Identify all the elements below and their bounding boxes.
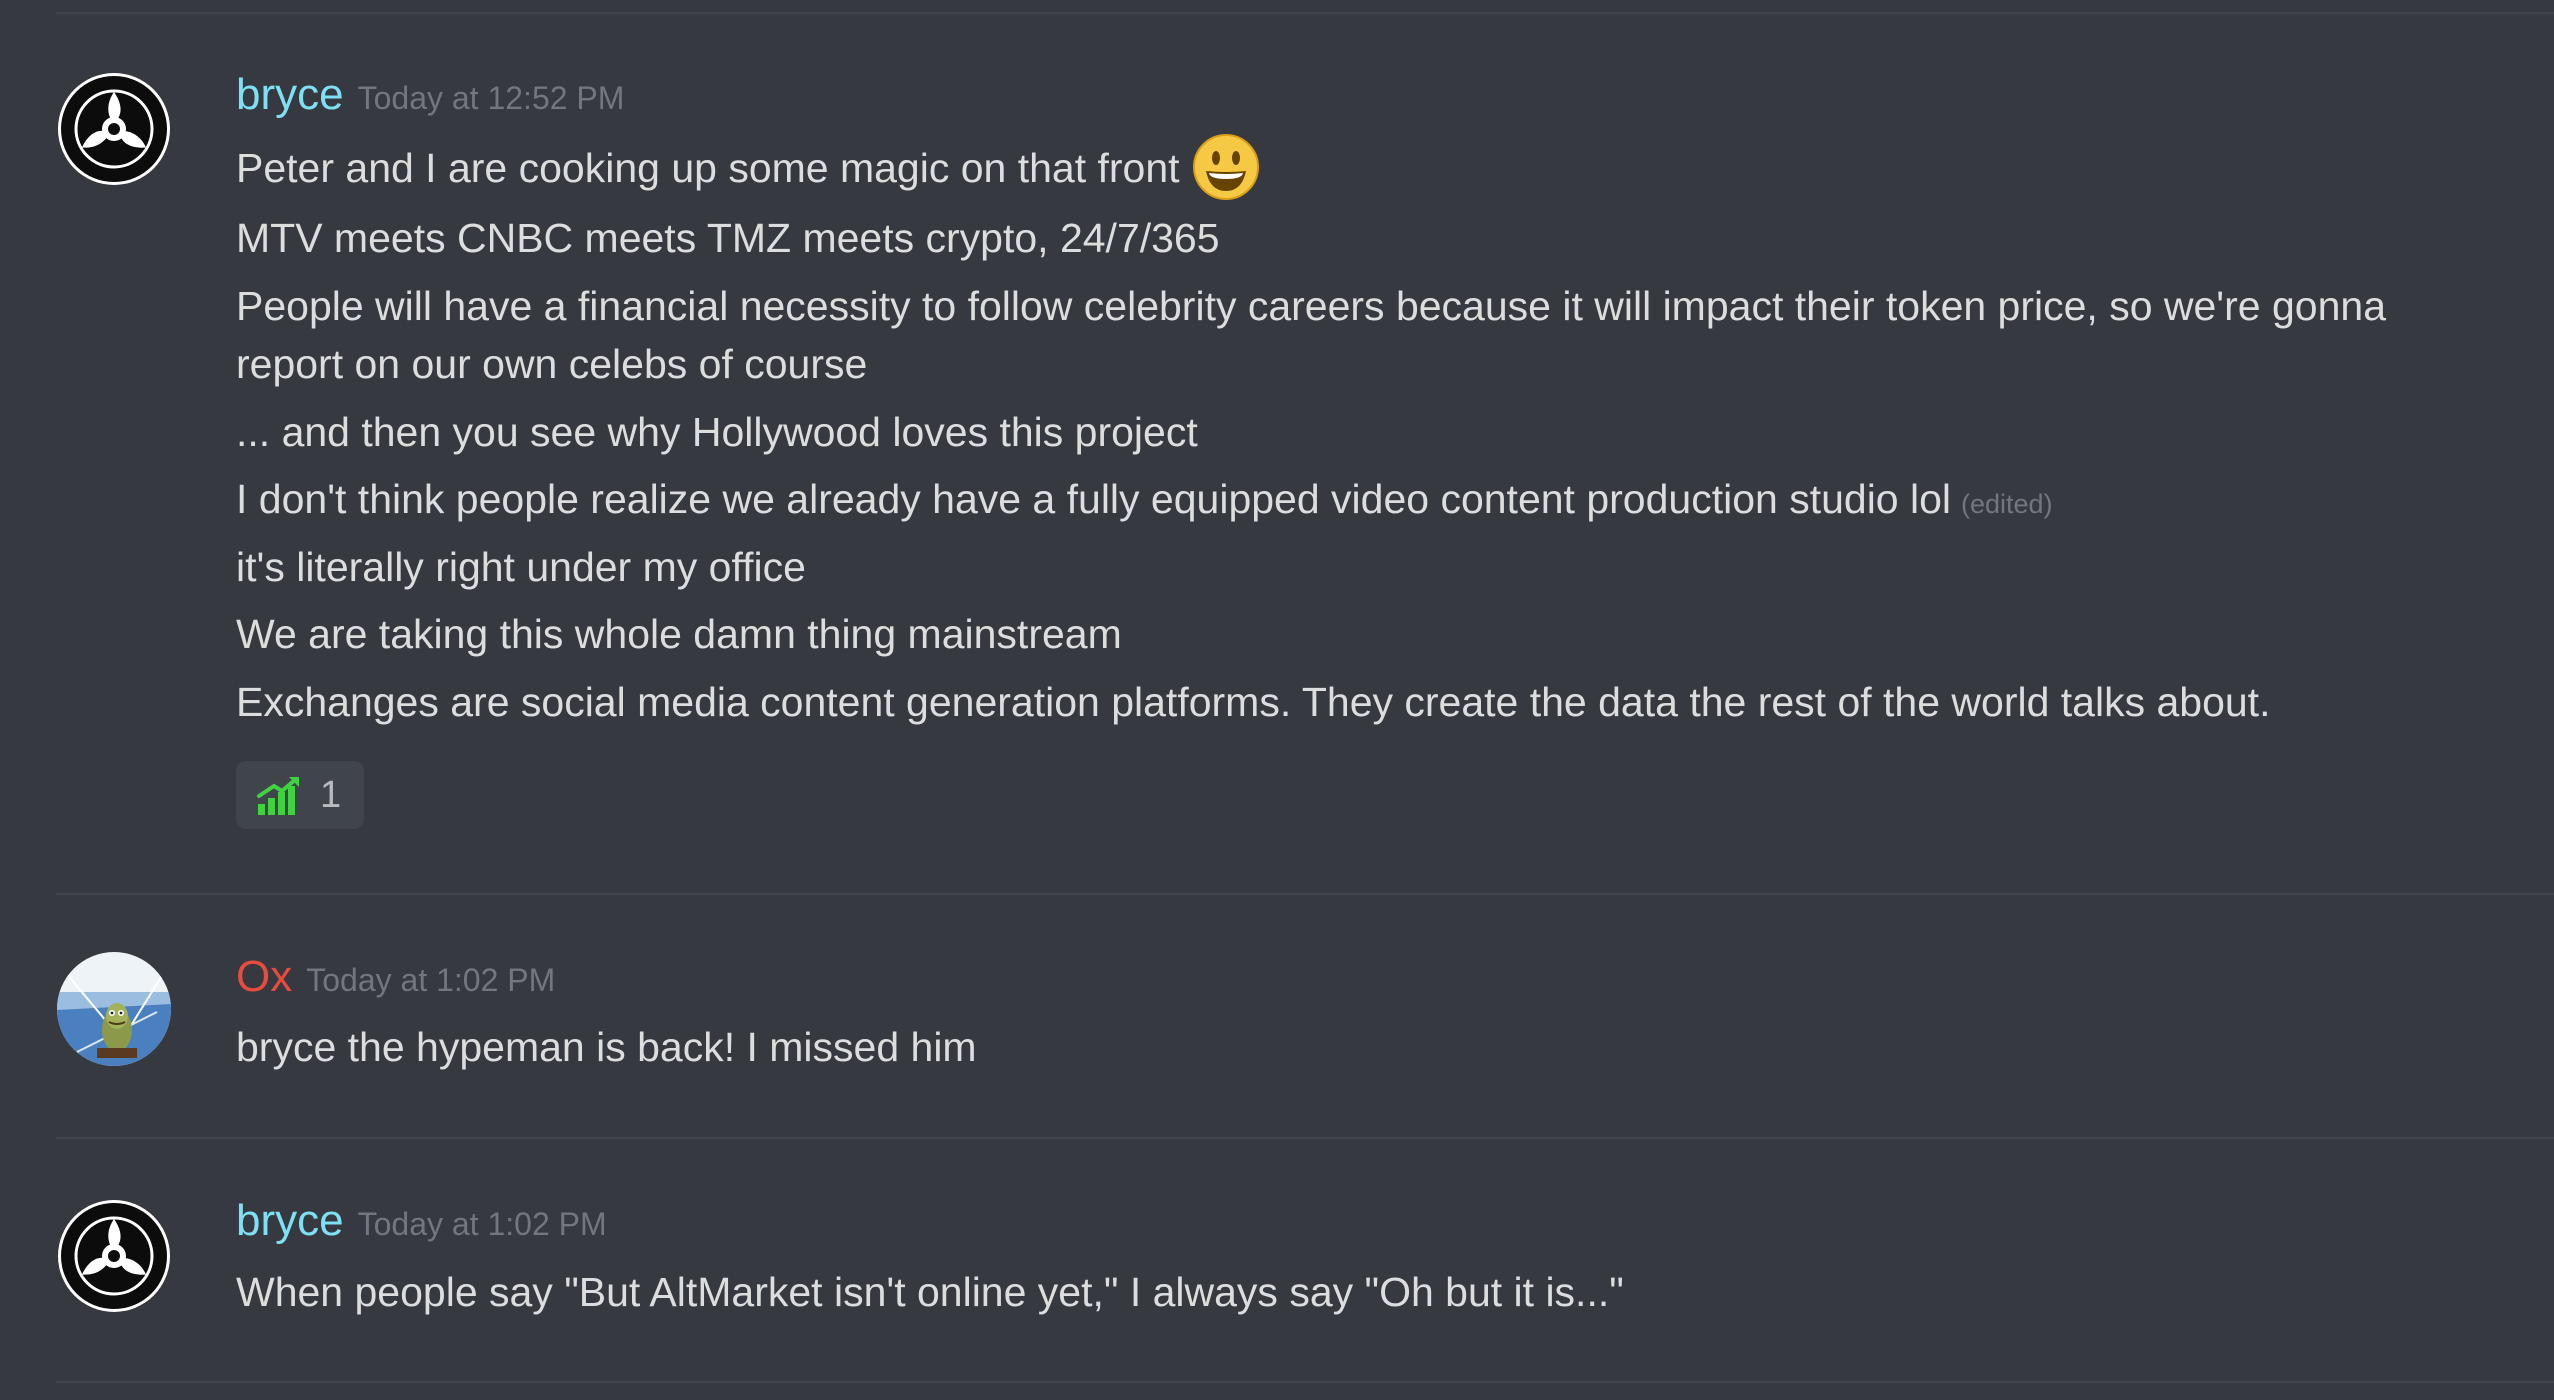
message-line: MTV meets CNBC meets TMZ meets crypto, 2… bbox=[236, 215, 1220, 261]
record-45-adapter-icon bbox=[58, 1200, 170, 1312]
message-line: I don't think people realize we already … bbox=[236, 470, 2504, 533]
timestamp[interactable]: Today at 1:02 PM bbox=[358, 1206, 607, 1242]
record-45-adapter-icon bbox=[58, 73, 170, 185]
avatar[interactable] bbox=[57, 1199, 171, 1313]
timestamp[interactable]: Today at 1:02 PM bbox=[306, 962, 555, 998]
message-line: it's literally right under my office bbox=[236, 544, 806, 590]
message-line: People will have a financial necessity t… bbox=[236, 283, 2386, 387]
message-divider bbox=[56, 1381, 2554, 1383]
avatar[interactable] bbox=[57, 72, 171, 186]
username[interactable]: Ox bbox=[236, 952, 292, 1001]
avatar[interactable] bbox=[57, 952, 171, 1066]
chat-messages: bryce Today at 12:52 PM Peter and I are c… bbox=[0, 0, 2554, 1400]
edited-label: (edited) bbox=[1961, 489, 2053, 519]
message-text: Peter and I are cooking up some magic on… bbox=[236, 145, 1180, 191]
message-header: bryce Today at 1:02 PM bbox=[236, 1196, 607, 1246]
timestamp[interactable]: Today at 12:52 PM bbox=[358, 80, 625, 116]
message-header: Ox Today at 1:02 PM bbox=[236, 952, 555, 1002]
message-divider bbox=[56, 893, 2554, 895]
message-line: When people say "But AltMarket isn't onl… bbox=[236, 1269, 1624, 1315]
message-divider bbox=[56, 1137, 2554, 1139]
message-line: We are taking this whole damn thing main… bbox=[236, 611, 1122, 657]
message-divider bbox=[56, 12, 2554, 14]
message-line: ... and then you see why Hollywood loves… bbox=[236, 409, 1198, 455]
message-text: I don't think people realize we already … bbox=[236, 476, 1952, 522]
message-line: Peter and I are cooking up some magic on… bbox=[236, 134, 2504, 201]
username[interactable]: bryce bbox=[236, 70, 344, 119]
reaction-count: 1 bbox=[320, 773, 342, 816]
message-header: bryce Today at 12:52 PM bbox=[236, 70, 624, 120]
cartoon-character-avatar-icon bbox=[57, 952, 171, 1066]
reaction-button[interactable]: 1 bbox=[236, 761, 364, 829]
username[interactable]: bryce bbox=[236, 1196, 344, 1245]
message-line: Exchanges are social media content gener… bbox=[236, 679, 2271, 725]
chart-increasing-icon bbox=[257, 777, 299, 815]
smiley-face-icon bbox=[1192, 134, 1259, 201]
message-line: bryce the hypeman is back! I missed him bbox=[236, 1024, 977, 1070]
